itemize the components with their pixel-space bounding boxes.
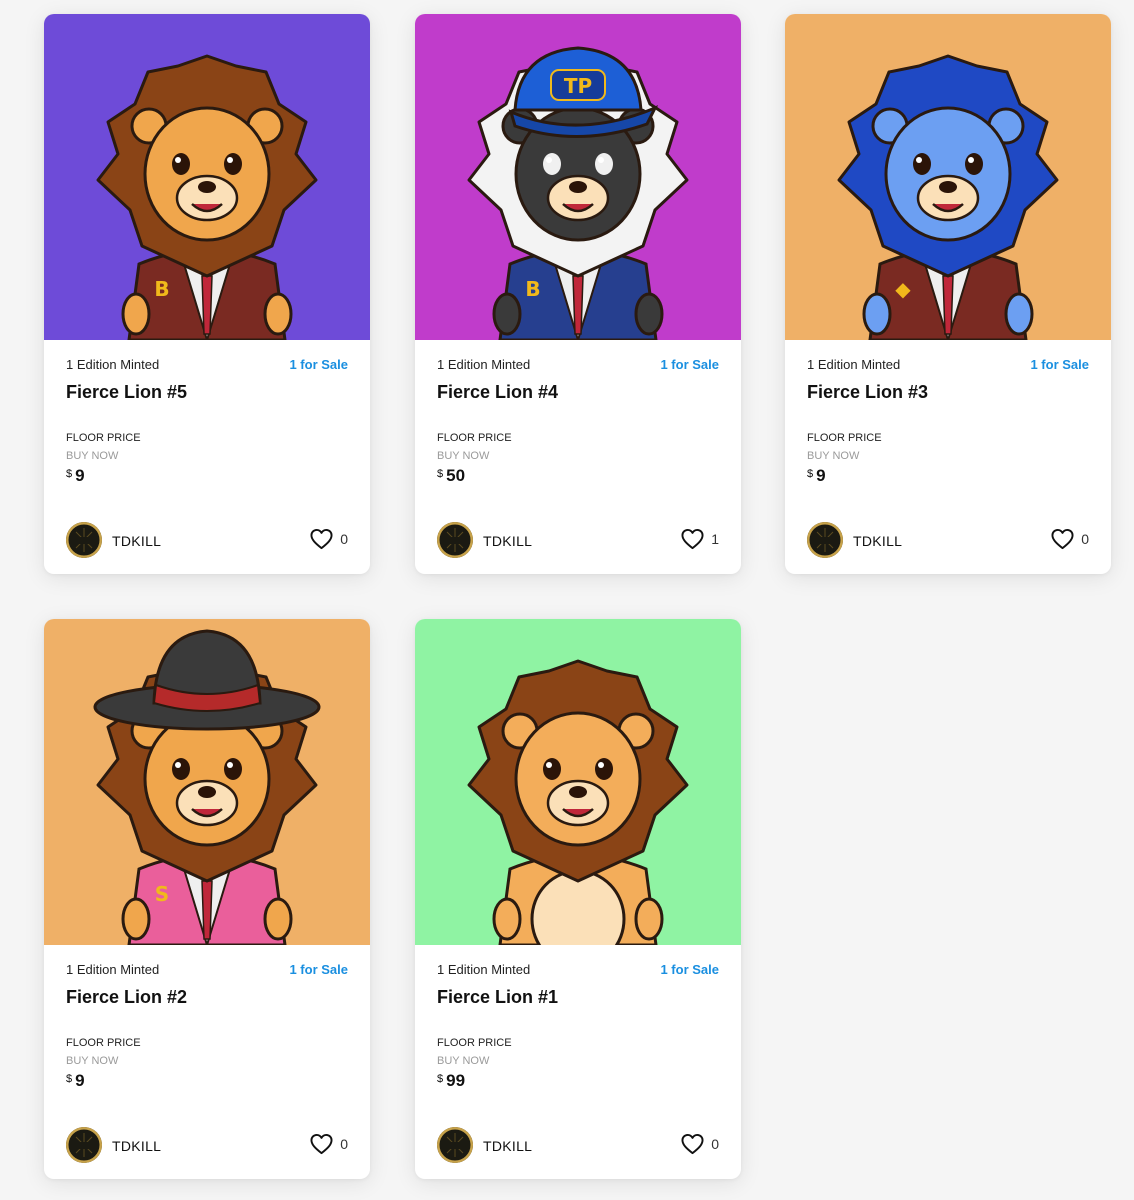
svg-text:◆: ◆ <box>895 277 911 301</box>
creator-avatar[interactable] <box>437 1127 473 1163</box>
nft-title[interactable]: Fierce Lion #5 <box>66 382 187 403</box>
buy-now-label: BUY NOW <box>437 450 490 462</box>
for-sale-link[interactable]: 1 for Sale <box>289 962 348 977</box>
svg-text:S: S <box>155 882 169 906</box>
creator-name[interactable]: TDKILL <box>483 1138 532 1154</box>
creator-avatar[interactable] <box>66 522 102 558</box>
currency-symbol: $ <box>807 468 814 480</box>
creator-avatar[interactable] <box>437 522 473 558</box>
currency-symbol: $ <box>437 468 444 480</box>
price-amount: 9 <box>75 1071 85 1090</box>
tdkill-logo <box>67 1128 101 1162</box>
svg-text:B: B <box>525 277 540 301</box>
nft-card[interactable]: ◆ 1 Edition Minted 1 for Sale Fierce Lio… <box>785 14 1111 574</box>
like-button[interactable]: 0 <box>310 1131 348 1157</box>
buy-now-label: BUY NOW <box>66 1055 119 1067</box>
like-button[interactable]: 0 <box>1051 526 1089 552</box>
creator-name[interactable]: TDKILL <box>112 1138 161 1154</box>
buy-now-label: BUY NOW <box>66 450 119 462</box>
edition-minted: 1 Edition Minted <box>437 962 531 977</box>
tdkill-logo <box>438 1128 472 1162</box>
svg-text:TP: TP <box>564 74 592 98</box>
nft-artwork[interactable]: ◆ <box>785 14 1111 340</box>
floor-price-label: FLOOR PRICE <box>66 432 141 444</box>
tdkill-logo <box>438 523 472 557</box>
floor-price-label: FLOOR PRICE <box>437 1037 512 1049</box>
nft-card[interactable]: S 1 Edition Minted 1 for Sale Fierce Lio… <box>44 619 370 1179</box>
for-sale-link[interactable]: 1 for Sale <box>1030 357 1089 372</box>
buy-now-label: BUY NOW <box>807 450 860 462</box>
nft-title[interactable]: Fierce Lion #2 <box>66 987 187 1008</box>
card-info: 1 Edition Minted 1 for Sale Fierce Lion … <box>415 945 741 1179</box>
like-button[interactable]: 0 <box>310 526 348 552</box>
creator-name[interactable]: TDKILL <box>853 533 902 549</box>
heart-icon <box>681 1133 704 1155</box>
card-info: 1 Edition Minted 1 for Sale Fierce Lion … <box>44 340 370 574</box>
tdkill-logo <box>808 523 842 557</box>
card-info: 1 Edition Minted 1 for Sale Fierce Lion … <box>415 340 741 574</box>
tdkill-logo <box>67 523 101 557</box>
for-sale-link[interactable]: 1 for Sale <box>660 357 719 372</box>
like-button[interactable]: 1 <box>681 526 719 552</box>
edition-minted: 1 Edition Minted <box>807 357 901 372</box>
nft-artwork[interactable]: S <box>44 619 370 945</box>
currency-symbol: $ <box>437 1073 444 1085</box>
svg-text:B: B <box>154 277 169 301</box>
nft-title[interactable]: Fierce Lion #4 <box>437 382 558 403</box>
price: $9 <box>66 466 85 486</box>
like-count: 0 <box>711 1136 719 1152</box>
nft-title[interactable]: Fierce Lion #1 <box>437 987 558 1008</box>
like-count: 0 <box>340 531 348 547</box>
price-amount: 99 <box>446 1071 466 1090</box>
currency-symbol: $ <box>66 1073 73 1085</box>
edition-minted: 1 Edition Minted <box>66 962 160 977</box>
buy-now-label: BUY NOW <box>437 1055 490 1067</box>
creator-avatar[interactable] <box>66 1127 102 1163</box>
creator-name[interactable]: TDKILL <box>483 533 532 549</box>
heart-icon <box>310 528 333 550</box>
heart-icon <box>310 1133 333 1155</box>
like-count: 0 <box>340 1136 348 1152</box>
price: $9 <box>807 466 826 486</box>
nft-artwork[interactable] <box>415 619 741 945</box>
nft-artwork[interactable]: B <box>44 14 370 340</box>
price: $99 <box>437 1071 465 1091</box>
nft-card[interactable]: B TP 1 Edition Minted 1 for Sale Fierce L… <box>415 14 741 574</box>
edition-minted: 1 Edition Minted <box>66 357 160 372</box>
currency-symbol: $ <box>66 468 73 480</box>
edition-minted: 1 Edition Minted <box>437 357 531 372</box>
heart-icon <box>681 528 704 550</box>
nft-card[interactable]: 1 Edition Minted 1 for Sale Fierce Lion … <box>415 619 741 1179</box>
nft-title[interactable]: Fierce Lion #3 <box>807 382 928 403</box>
price: $9 <box>66 1071 85 1091</box>
floor-price-label: FLOOR PRICE <box>66 1037 141 1049</box>
for-sale-link[interactable]: 1 for Sale <box>289 357 348 372</box>
price-amount: 50 <box>446 466 466 485</box>
price-amount: 9 <box>75 466 85 485</box>
card-info: 1 Edition Minted 1 for Sale Fierce Lion … <box>785 340 1111 574</box>
like-count: 1 <box>711 531 719 547</box>
creator-avatar[interactable] <box>807 522 843 558</box>
creator-name[interactable]: TDKILL <box>112 533 161 549</box>
nft-artwork[interactable]: B TP <box>415 14 741 340</box>
floor-price-label: FLOOR PRICE <box>437 432 512 444</box>
like-count: 0 <box>1081 531 1089 547</box>
price: $50 <box>437 466 465 486</box>
price-amount: 9 <box>816 466 826 485</box>
nft-card[interactable]: B 1 Edition Minted 1 for Sale Fierce Lio… <box>44 14 370 574</box>
like-button[interactable]: 0 <box>681 1131 719 1157</box>
floor-price-label: FLOOR PRICE <box>807 432 882 444</box>
heart-icon <box>1051 528 1074 550</box>
card-info: 1 Edition Minted 1 for Sale Fierce Lion … <box>44 945 370 1179</box>
for-sale-link[interactable]: 1 for Sale <box>660 962 719 977</box>
